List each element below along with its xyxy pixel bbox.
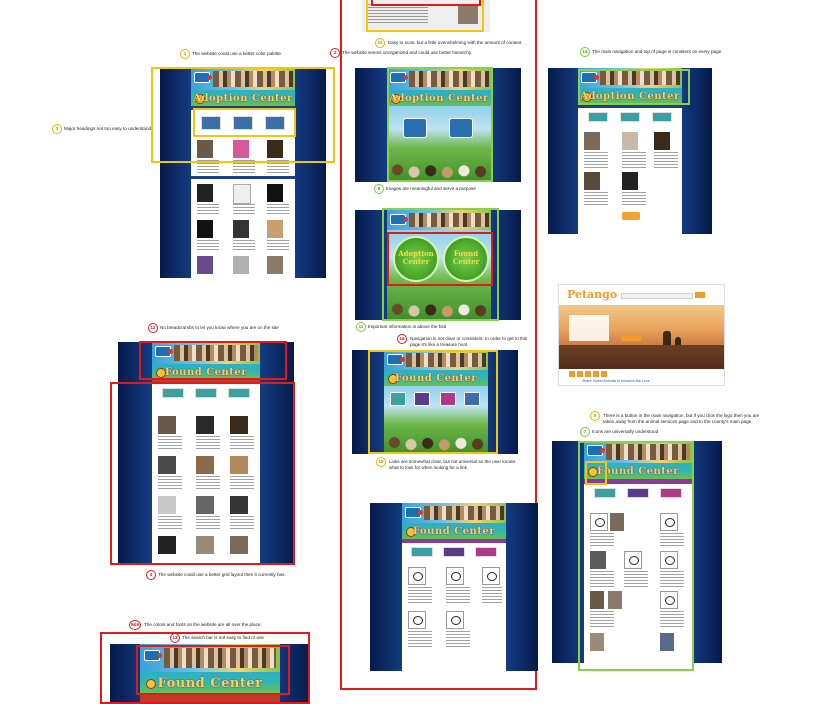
orange-action-button[interactable] <box>622 212 640 220</box>
annotation-text-14: The main navigation and top of page is c… <box>592 49 722 54</box>
annotation-text-16: Navigation is not clear or consistent. I… <box>410 336 528 347</box>
highlight-box-headings <box>193 108 296 137</box>
annotation-text-7: Icons are universally understood <box>592 429 659 434</box>
petango-search-panel[interactable] <box>569 315 609 341</box>
no-photo-paw-icon <box>408 567 426 585</box>
highlight-box-search-bar <box>136 645 290 695</box>
petango-footer-link[interactable]: Share Sweet Animals to enhance the Love <box>582 379 650 385</box>
petango-screenshot: Petango <box>558 284 725 386</box>
annotation-badge-2: 2 <box>330 48 340 58</box>
no-photo-paw-icon <box>408 611 426 629</box>
annotation-text-10: Links are somewhat clear, but not univer… <box>389 459 516 470</box>
annotation-badge-3: 3 <box>52 124 62 134</box>
annotation-badge-10: 10 <box>376 457 386 467</box>
annotation-text-11: Important information is above the fold <box>368 324 447 329</box>
annotation-badge-8: 8 <box>374 184 384 194</box>
highlight-box-images <box>387 67 493 182</box>
annotation-text-8: Images are meaningful and serve a purpos… <box>386 186 476 191</box>
petango-logo: Petango <box>567 288 618 301</box>
annotation-text-3: Major headings not too easy to understan… <box>64 126 152 131</box>
annotation-badge-15: 15 <box>375 38 385 48</box>
annotation-text-5-6: The colors and fonts on the website are … <box>144 622 262 627</box>
annotation-badge-12: 12 <box>148 323 158 333</box>
annotation-badge-1: 1 <box>180 49 190 59</box>
annotation-text-4: The website could use a better grid layo… <box>158 572 286 577</box>
highlight-box-links <box>368 350 498 454</box>
petango-search-input[interactable] <box>621 293 693 299</box>
petango-hero-image <box>559 305 724 369</box>
annotation-badge-16: 16 <box>397 334 407 344</box>
found-center-listing-screenshot: Found Center <box>370 503 538 671</box>
annotation-badge-7: 7 <box>580 427 590 437</box>
no-photo-paw-icon <box>446 611 464 629</box>
petango-search-button[interactable] <box>695 292 705 298</box>
annotation-badge-9: 9 <box>590 411 600 421</box>
petango-go-button[interactable] <box>621 335 641 341</box>
petango-category-icons[interactable] <box>569 371 607 377</box>
annotation-badge-14: 14 <box>580 47 590 57</box>
annotation-text-9: There is a button in the main navigation… <box>603 413 760 424</box>
annotation-text-12: No breadcrumbs to let you know where you… <box>160 325 279 330</box>
annotation-text-15: Easy to scan, but a little overwhelming … <box>388 40 523 45</box>
annotation-badge-4: 4 <box>146 570 156 580</box>
annotation-badge-11: 11 <box>356 322 366 332</box>
highlight-box-choice-buttons <box>387 232 493 286</box>
parks-logo-icon <box>405 507 423 518</box>
highlight-box-consistent-nav <box>578 69 690 105</box>
banner-title: Found Center <box>412 526 496 537</box>
no-photo-paw-icon <box>446 567 464 585</box>
highlight-box-breadcrumbs <box>139 341 287 380</box>
no-photo-paw-icon <box>482 567 500 585</box>
highlight-box-logo <box>585 461 607 485</box>
annotation-text-1: The website could use a better color pal… <box>192 51 283 56</box>
annotation-badge-5-6: 5&6 <box>129 620 141 630</box>
highlight-box-top <box>371 0 481 6</box>
annotation-text-2: The website seems unorganized and could … <box>342 50 473 55</box>
highlight-box-grid-layout <box>110 382 295 565</box>
